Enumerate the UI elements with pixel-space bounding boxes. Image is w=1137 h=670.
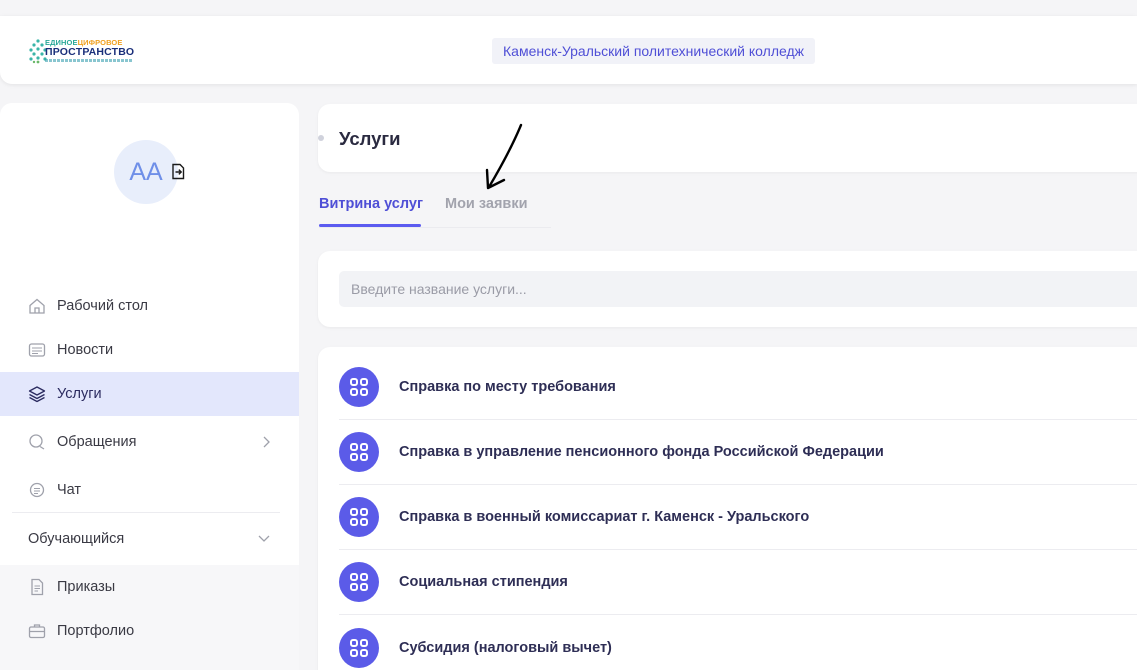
sidebar-item-label: Новости: [57, 342, 114, 358]
logout-icon[interactable]: [171, 163, 185, 180]
service-label: Социальная стипендия: [399, 574, 568, 590]
grid-icon: [339, 627, 379, 668]
briefcase-icon: [28, 624, 46, 639]
top-header: ЕДИНОЕЦИФРОВОЕ ПРОСТРАНСТВО Каменск-Урал…: [0, 16, 1137, 84]
sidebar-item-label: Приказы: [57, 579, 116, 595]
sidebar-section-label: Обучающийся: [28, 531, 125, 547]
layers-icon: [28, 386, 46, 403]
news-icon: [28, 343, 46, 357]
sidebar-item-portfolio[interactable]: Портфолио: [0, 609, 299, 653]
tabs: Витрина услуг Мои заявки: [319, 190, 551, 228]
grid-icon: [339, 367, 379, 407]
service-item[interactable]: Справка в управление пенсионного фонда Р…: [339, 420, 1137, 485]
chevron-down-icon: [258, 535, 270, 542]
chat-bubbles-icon: [29, 434, 45, 450]
search-card: [318, 251, 1137, 327]
sidebar-item-appeals[interactable]: Обращения: [0, 420, 299, 464]
tab-storefront[interactable]: Витрина услуг: [319, 196, 423, 212]
sidebar-section-student[interactable]: Обучающийся: [0, 517, 299, 561]
sidebar-item-chat[interactable]: Чат: [0, 468, 299, 512]
organization-badge[interactable]: Каменск-Уральский политехнический коллед…: [492, 38, 816, 64]
page-title: Услуги: [339, 128, 401, 149]
title-dot: [318, 135, 324, 141]
sidebar-item-label: Рабочий стол: [57, 298, 149, 314]
sidebar-item-desktop[interactable]: Рабочий стол: [0, 284, 299, 328]
sidebar-item-label: Портфолио: [57, 623, 135, 639]
sidebar-submenu: Приказы Портфолио: [0, 565, 299, 670]
tab-my-requests[interactable]: Мои заявки: [445, 196, 528, 212]
sidebar: АА Рабочий стол Новости Услуги Обращения: [0, 103, 299, 670]
sidebar-item-label: Обращения: [57, 434, 137, 450]
chevron-right-icon: [263, 436, 270, 448]
sidebar-item-label: Услуги: [57, 386, 102, 402]
service-label: Субсидия (налоговый вычет): [399, 639, 612, 656]
divider: [12, 512, 280, 513]
sidebar-item-news[interactable]: Новости: [0, 328, 299, 372]
service-label: Справка в управление пенсионного фонда Р…: [399, 444, 884, 460]
service-search-input[interactable]: [339, 271, 1137, 307]
service-item[interactable]: Субсидия (налоговый вычет): [339, 615, 1137, 670]
active-tab-indicator: [319, 224, 421, 227]
avatar[interactable]: АА: [114, 140, 178, 204]
page-title-card: Услуги: [318, 104, 1137, 172]
services-list: Справка по месту требования Справка в уп…: [318, 347, 1137, 670]
grid-icon: [339, 562, 379, 602]
service-item[interactable]: Справка в военный комиссариат г. Каменск…: [339, 485, 1137, 550]
sidebar-item-label: Чат: [57, 482, 82, 498]
sidebar-item-services[interactable]: Услуги: [0, 372, 299, 416]
chat-icon: [29, 482, 45, 498]
logo-text-main: ПРОСТРАНСТВО: [45, 46, 135, 58]
grid-icon: [339, 432, 379, 472]
annotation-arrow-icon: [485, 123, 523, 190]
service-label: Справка в военный комиссариат г. Каменск…: [399, 509, 810, 525]
document-icon: [31, 578, 44, 596]
sidebar-item-orders[interactable]: Приказы: [0, 565, 299, 609]
service-item[interactable]: Справка по месту требования: [339, 355, 1137, 420]
logo[interactable]: ЕДИНОЕЦИФРОВОЕ ПРОСТРАНСТВО: [28, 36, 134, 66]
service-label: Справка по месту требования: [399, 379, 616, 395]
logo-subline: [45, 59, 133, 62]
grid-icon: [339, 497, 379, 537]
home-icon: [29, 298, 45, 314]
service-item[interactable]: Социальная стипендия: [339, 550, 1137, 615]
